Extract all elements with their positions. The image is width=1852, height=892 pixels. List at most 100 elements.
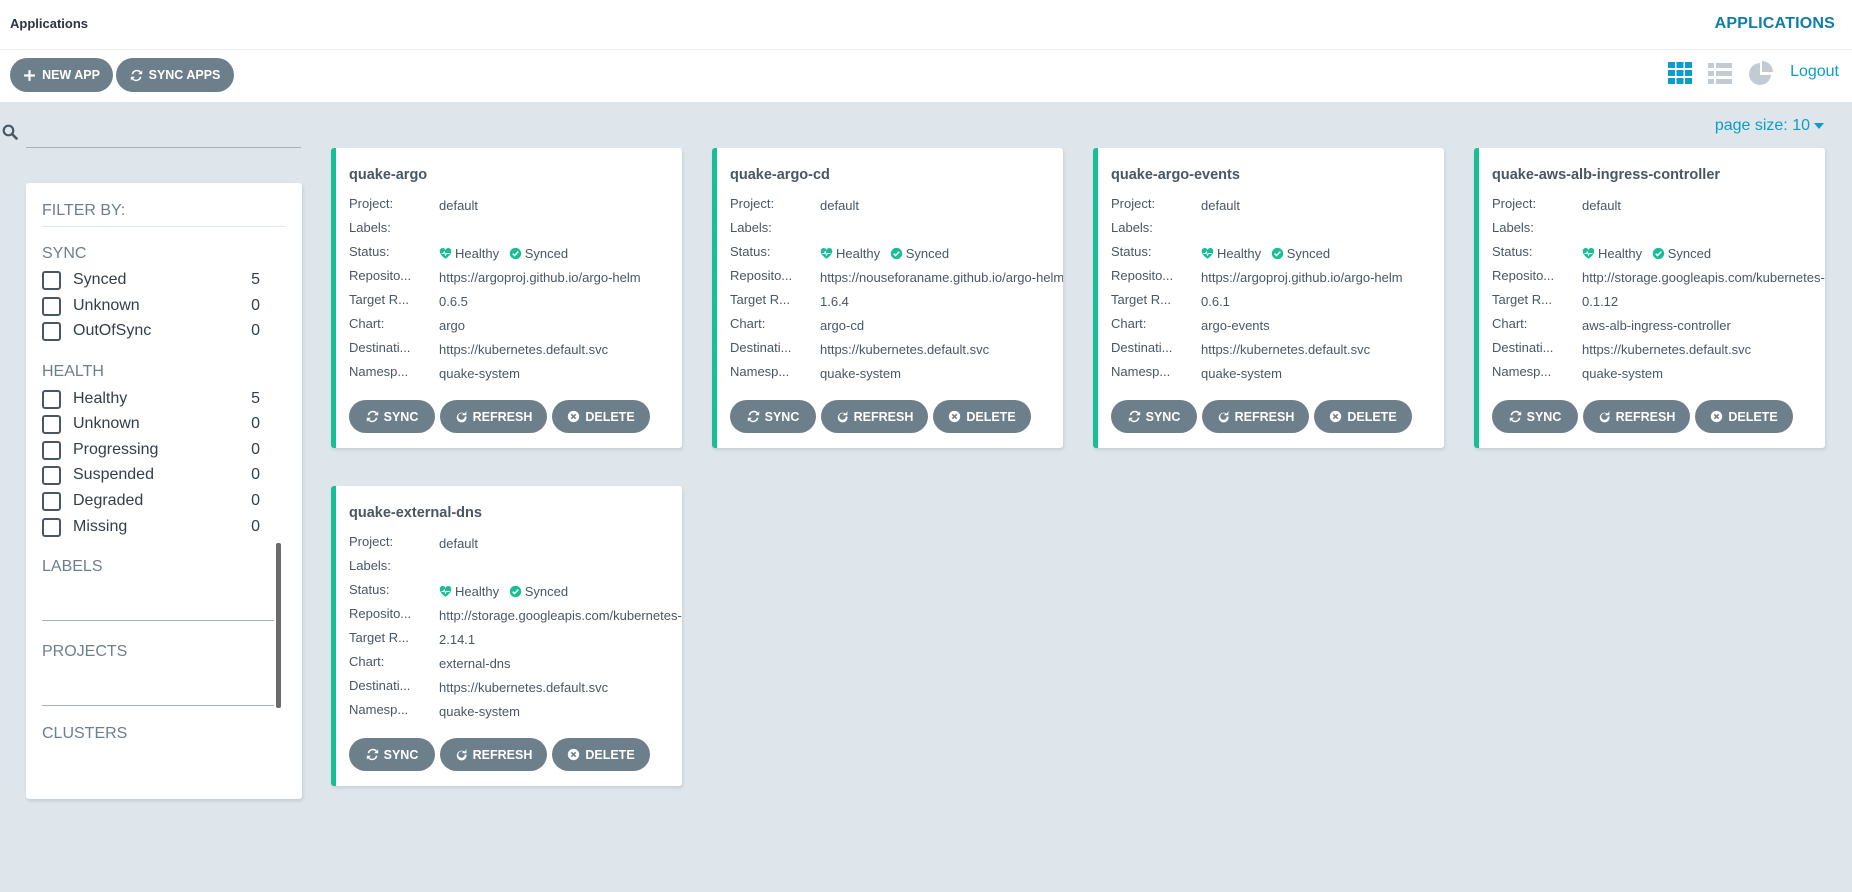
row-target: Target R... 1.6.4 <box>730 292 1063 310</box>
filter-count: 0 <box>251 415 260 432</box>
app-name[interactable]: quake-argo-cd <box>730 167 830 183</box>
app-name[interactable]: quake-aws-alb-ingress-controller <box>1492 167 1720 183</box>
breadcrumb[interactable]: APPLICATIONS <box>1715 15 1835 33</box>
filter-scrollbar[interactable] <box>276 543 281 708</box>
labels-key: Labels: <box>349 220 391 235</box>
refresh-button[interactable]: REFRESH <box>821 400 928 433</box>
filter-health-degraded[interactable]: Degraded 0 <box>42 490 260 512</box>
summary-pie-icon[interactable] <box>1748 61 1774 87</box>
row-project: Project: default <box>1111 196 1444 214</box>
delete-button[interactable]: DELETE <box>552 400 650 433</box>
filter-health-suspended[interactable]: Suspended 0 <box>42 464 260 486</box>
target-key: Target R... <box>1111 292 1171 307</box>
tiles-view-icon[interactable] <box>1668 61 1692 85</box>
refresh-button[interactable]: REFRESH <box>1202 400 1309 433</box>
new-app-button[interactable]: NEW APP <box>10 58 113 92</box>
filter-count: 0 <box>251 466 260 483</box>
filter-count: 5 <box>251 271 260 288</box>
heart-icon <box>439 585 452 597</box>
target-key: Target R... <box>349 292 409 307</box>
target-value: 0.1.12 <box>1582 293 1619 309</box>
search-input[interactable] <box>26 118 301 148</box>
app-name[interactable]: quake-argo <box>349 167 427 183</box>
logout-link[interactable]: Logout <box>1790 63 1839 81</box>
app-card[interactable]: quake-aws-alb-ingress-controller Project:… <box>1474 148 1825 448</box>
status-value: Healthy Synced <box>439 582 682 600</box>
app-card[interactable]: quake-argo-events Project: default Labels: S… <box>1093 148 1444 448</box>
sync-icon <box>747 410 759 423</box>
filter-health-missing[interactable]: Missing 0 <box>42 516 260 538</box>
repo-value: https://argoproj.github.io/argo-helm <box>1201 269 1403 285</box>
ns-key: Namesp... <box>1492 364 1552 379</box>
clusters-section-label: CLUSTERS <box>42 725 128 742</box>
ns-value: quake-system <box>439 703 520 719</box>
ns-value: quake-system <box>439 365 520 381</box>
sync-label: SYNC <box>764 409 800 424</box>
refresh-button[interactable]: REFRESH <box>440 400 547 433</box>
checkbox[interactable] <box>42 321 61 341</box>
filter-sync-unknown[interactable]: Unknown 0 <box>42 295 260 317</box>
top-bar: Applications APPLICATIONS <box>0 0 1852 50</box>
refresh-button[interactable]: REFRESH <box>440 738 547 771</box>
sync-icon <box>366 748 378 761</box>
app-name[interactable]: quake-argo-events <box>1111 167 1240 183</box>
sync-button[interactable]: SYNC <box>1492 400 1578 433</box>
repo-key: Reposito... <box>730 268 793 283</box>
row-dest: Destinati... https://kubernetes.default.s… <box>730 340 1063 358</box>
repo-value: https://nouseforaname.github.io/argo-hel… <box>820 269 1063 285</box>
app-card[interactable]: quake-external-dns Project: default Labels:… <box>331 486 682 786</box>
status-value: Healthy Synced <box>1201 244 1444 262</box>
checkbox[interactable] <box>42 491 61 511</box>
refresh-label: REFRESH <box>472 747 533 762</box>
checkbox[interactable] <box>42 270 61 290</box>
delete-button[interactable]: DELETE <box>552 738 650 771</box>
filter-health-healthy[interactable]: Healthy 5 <box>42 388 260 410</box>
sync-button[interactable]: SYNC <box>730 400 816 433</box>
filter-health-unknown[interactable]: Unknown 0 <box>42 413 260 435</box>
sync-button[interactable]: SYNC <box>349 400 435 433</box>
filter-health-progressing[interactable]: Progressing 0 <box>42 439 260 461</box>
checkbox[interactable] <box>42 414 61 434</box>
filter-sync-synced[interactable]: Synced 5 <box>42 269 260 291</box>
delete-button[interactable]: DELETE <box>1314 400 1412 433</box>
ns-value: quake-system <box>1582 365 1663 381</box>
labels-filter-input[interactable] <box>42 620 274 621</box>
list-view-icon[interactable] <box>1708 61 1732 85</box>
refresh-button[interactable]: REFRESH <box>1583 400 1690 433</box>
sync-button[interactable]: SYNC <box>349 738 435 771</box>
check-circle-icon <box>509 247 521 259</box>
dest-key: Destinati... <box>349 340 411 355</box>
card-actions: SYNC REFRESH DELETE <box>1492 400 1793 433</box>
checkbox[interactable] <box>42 440 61 460</box>
checkbox[interactable] <box>42 389 61 409</box>
sync-status: Synced <box>1667 245 1712 261</box>
row-project: Project: default <box>349 534 682 552</box>
project-value: default <box>439 535 479 551</box>
project-key: Project: <box>730 196 775 211</box>
delete-button[interactable]: DELETE <box>1695 400 1793 433</box>
page-size-dropdown[interactable]: page size: 10 <box>1715 117 1824 135</box>
project-key: Project: <box>1111 196 1156 211</box>
checkbox[interactable] <box>42 296 61 316</box>
refresh-icon <box>1599 410 1610 423</box>
checkbox[interactable] <box>42 465 61 485</box>
refresh-icon <box>456 410 467 423</box>
sync-icon <box>1509 410 1521 423</box>
projects-filter-input[interactable] <box>42 705 274 706</box>
filter-label: Unknown <box>73 415 140 432</box>
repo-value: http://storage.googleapis.com/kubernetes… <box>1582 269 1825 285</box>
sync-status: Synced <box>1286 245 1331 261</box>
health-status: Healthy <box>455 583 500 599</box>
checkbox[interactable] <box>42 517 61 537</box>
app-card[interactable]: quake-argo-cd Project: default Labels: Statu… <box>712 148 1063 448</box>
dest-value: https://kubernetes.default.svc <box>1582 341 1752 357</box>
sync-button[interactable]: SYNC <box>1111 400 1197 433</box>
filter-sync-outofsync[interactable]: OutOfSync 0 <box>42 320 260 342</box>
times-circle-icon <box>1330 410 1342 423</box>
row-repo: Reposito... http://storage.googleapis.com… <box>1492 268 1825 286</box>
row-chart: Chart: argo <box>349 316 682 334</box>
app-card[interactable]: quake-argo Project: default Labels: Status: H… <box>331 148 682 448</box>
sync-apps-button[interactable]: SYNC APPS <box>116 58 234 92</box>
delete-button[interactable]: DELETE <box>933 400 1031 433</box>
app-name[interactable]: quake-external-dns <box>349 505 482 521</box>
